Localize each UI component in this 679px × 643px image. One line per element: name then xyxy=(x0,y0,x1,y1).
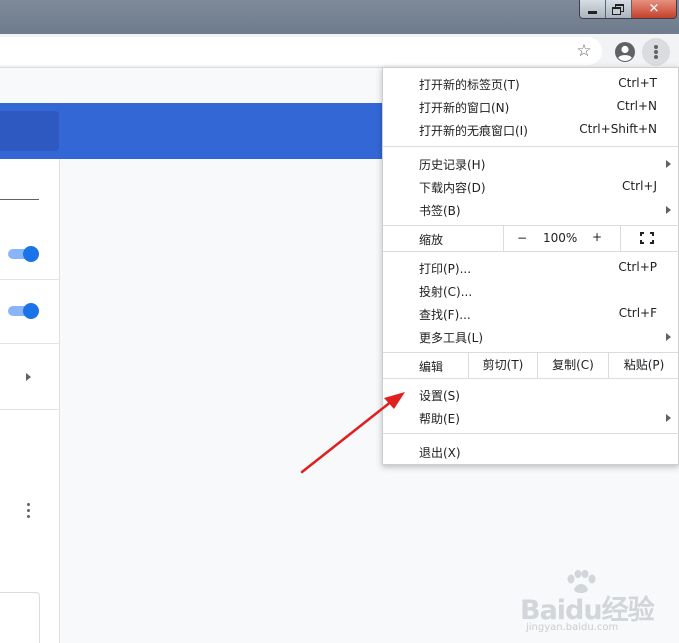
three-dots-vertical-icon-bottom xyxy=(654,55,658,59)
menu-item-label: 打印(P)... xyxy=(419,262,472,276)
copy-button[interactable]: 复制(C) xyxy=(537,353,608,378)
paste-label: 粘贴(P) xyxy=(623,358,665,372)
menu-item-history[interactable]: 历史记录(H) xyxy=(383,152,679,175)
close-icon: ✕ xyxy=(648,1,660,17)
menu-item-find[interactable]: 查找(F)... Ctrl+F xyxy=(383,302,679,325)
submenu-arrow-icon xyxy=(666,206,671,214)
menu-item-new-tab[interactable]: 打开新的标签页(T) Ctrl+T xyxy=(383,72,679,95)
menu-item-label: 查找(F)... xyxy=(419,308,471,322)
close-button[interactable]: ✕ xyxy=(632,0,676,18)
more-actions-icon[interactable] xyxy=(27,503,31,519)
settings-card-bottom xyxy=(0,592,40,643)
menu-item-label: 下载内容(D) xyxy=(419,181,486,195)
zoom-row: 缩放 − 100% + xyxy=(383,226,679,251)
menu-item-downloads[interactable]: 下载内容(D) Ctrl+J xyxy=(383,175,679,198)
cut-button[interactable]: 剪切(T) xyxy=(468,353,537,378)
zoom-divider xyxy=(503,226,504,251)
menu-item-shortcut: Ctrl+T xyxy=(618,76,657,90)
copy-label: 复制(C) xyxy=(552,358,594,372)
profile-avatar-icon[interactable] xyxy=(614,41,636,63)
zoom-divider xyxy=(620,226,621,251)
window-titlebar: ✕ xyxy=(0,0,679,34)
section-underline xyxy=(0,199,39,200)
menu-item-label: 打开新的窗口(N) xyxy=(419,101,510,115)
divider xyxy=(0,409,60,410)
toggle-knob xyxy=(23,246,39,262)
chevron-right-icon[interactable] xyxy=(26,373,31,381)
edit-row: 编辑 剪切(T) 复制(C) 粘贴(P) xyxy=(383,353,679,378)
menu-item-help[interactable]: 帮助(E) xyxy=(383,406,679,429)
menu-separator xyxy=(383,378,679,379)
zoom-label: 缩放 xyxy=(419,233,444,247)
menu-item-more-tools[interactable]: 更多工具(L) xyxy=(383,325,679,348)
menu-item-cast[interactable]: 投射(C)... xyxy=(383,279,679,302)
menu-item-label: 退出(X) xyxy=(419,446,461,460)
browser-toolbar: ☆ xyxy=(0,34,679,68)
zoom-in-button[interactable]: + xyxy=(592,230,602,244)
restore-icon-back xyxy=(612,7,621,15)
setting-toggle[interactable] xyxy=(8,303,39,319)
address-bar[interactable] xyxy=(0,37,602,65)
cut-label: 剪切(T) xyxy=(482,358,524,372)
menu-separator xyxy=(383,433,679,434)
menu-separator xyxy=(383,146,679,147)
settings-card xyxy=(0,159,60,643)
menu-item-shortcut: Ctrl+F xyxy=(618,306,657,320)
fullscreen-icon[interactable] xyxy=(640,232,654,244)
menu-item-label: 历史记录(H) xyxy=(419,158,486,172)
three-dots-vertical-icon-mid xyxy=(654,50,658,54)
three-dots-vertical-icon xyxy=(654,45,658,49)
menu-item-new-window[interactable]: 打开新的窗口(N) Ctrl+N xyxy=(383,95,679,118)
watermark-url: jingyan.baidu.com xyxy=(526,622,619,633)
restore-button[interactable] xyxy=(606,0,632,18)
menu-item-settings[interactable]: 设置(S) xyxy=(383,383,679,406)
menu-separator xyxy=(383,251,679,252)
window-controls: ✕ xyxy=(579,0,677,19)
zoom-out-button[interactable]: − xyxy=(517,231,527,245)
edit-label: 编辑 xyxy=(419,360,444,374)
menu-item-exit[interactable]: 退出(X) xyxy=(383,440,679,463)
paste-button[interactable]: 粘贴(P) xyxy=(608,353,679,378)
browser-menu-button[interactable] xyxy=(642,38,670,66)
menu-item-label: 书签(B) xyxy=(419,204,461,218)
zoom-level: 100% xyxy=(543,231,578,245)
menu-item-new-incognito[interactable]: 打开新的无痕窗口(I) Ctrl+Shift+N xyxy=(383,118,679,141)
submenu-arrow-icon xyxy=(666,333,671,341)
baidu-watermark: Baidu经验 jingyan.baidu.com xyxy=(520,570,670,640)
menu-item-print[interactable]: 打印(P)... Ctrl+P xyxy=(383,256,679,279)
menu-item-shortcut: Ctrl+Shift+N xyxy=(579,122,657,136)
submenu-arrow-icon xyxy=(666,414,671,422)
menu-item-label: 帮助(E) xyxy=(419,412,460,426)
minimize-icon xyxy=(588,11,597,14)
menu-item-shortcut: Ctrl+N xyxy=(616,99,657,113)
settings-search-box[interactable] xyxy=(0,111,59,151)
menu-item-label: 更多工具(L) xyxy=(419,331,484,345)
menu-item-shortcut: Ctrl+J xyxy=(622,179,657,193)
bookmark-star-icon[interactable]: ☆ xyxy=(575,42,593,60)
menu-item-shortcut: Ctrl+P xyxy=(618,260,657,274)
submenu-arrow-icon xyxy=(666,160,671,168)
menu-item-label: 设置(S) xyxy=(419,389,460,403)
toggle-knob xyxy=(23,303,39,319)
menu-item-label: 投射(C)... xyxy=(419,285,473,299)
divider xyxy=(0,279,60,280)
divider xyxy=(0,343,60,344)
setting-toggle[interactable] xyxy=(8,246,39,262)
menu-item-bookmarks[interactable]: 书签(B) xyxy=(383,198,679,221)
menu-item-label: 打开新的标签页(T) xyxy=(419,78,520,92)
chrome-main-menu: 打开新的标签页(T) Ctrl+T 打开新的窗口(N) Ctrl+N 打开新的无… xyxy=(382,67,679,465)
menu-item-label: 打开新的无痕窗口(I) xyxy=(419,124,528,138)
minimize-button[interactable] xyxy=(580,0,606,18)
